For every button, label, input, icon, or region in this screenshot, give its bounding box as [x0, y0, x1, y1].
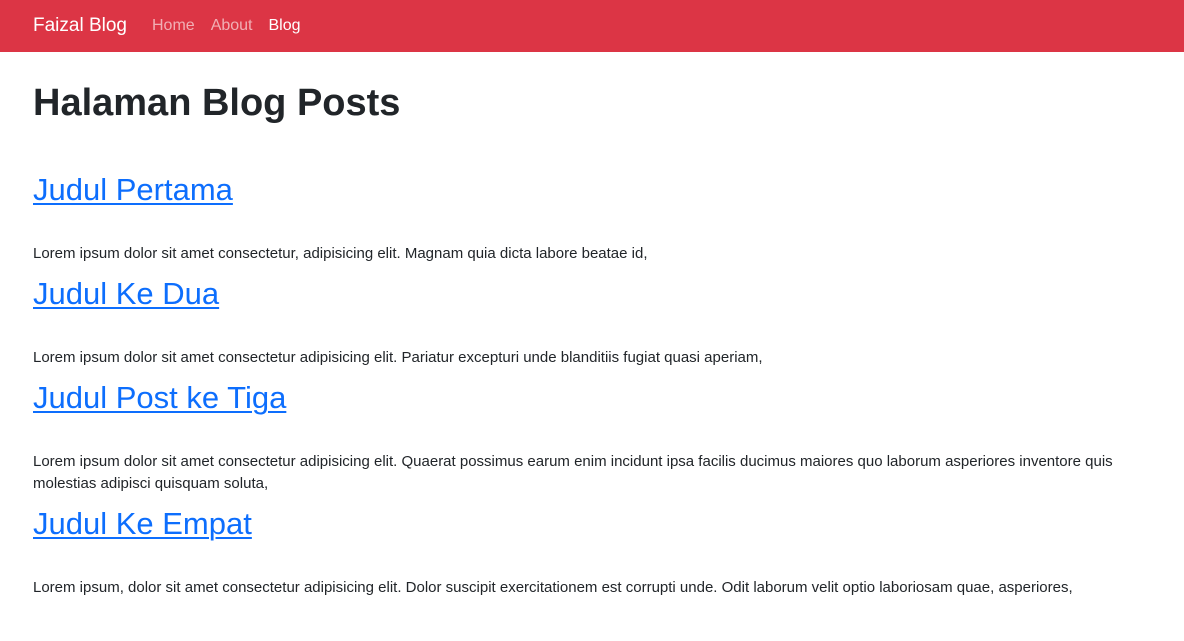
nav-item-blog: Blog — [269, 17, 317, 35]
post-title: Judul Ke Empat — [33, 505, 1151, 543]
main-content: Halaman Blog Posts Judul Pertama Lorem i… — [0, 52, 1184, 599]
nav-link-home[interactable]: Home — [152, 17, 195, 34]
post-title: Judul Pertama — [33, 171, 1151, 209]
page-title: Halaman Blog Posts — [33, 82, 401, 124]
nav-item-about: About — [211, 17, 269, 35]
post-item: Judul Post ke Tiga Lorem ipsum dolor sit… — [33, 379, 1151, 495]
post-item: Judul Pertama Lorem ipsum dolor sit amet… — [33, 171, 1151, 265]
post-excerpt: Lorem ipsum dolor sit amet consectetur a… — [33, 453, 1113, 492]
nav-links: Home About Blog — [152, 17, 317, 35]
post-excerpt: Lorem ipsum dolor sit amet consectetur, … — [33, 245, 648, 262]
nav-item-home: Home — [152, 17, 211, 35]
post-title-link[interactable]: Judul Pertama — [33, 172, 233, 207]
post-title-link[interactable]: Judul Post ke Tiga — [33, 380, 286, 415]
post-excerpt: Lorem ipsum dolor sit amet consectetur a… — [33, 349, 763, 366]
post-title: Judul Post ke Tiga — [33, 379, 1151, 417]
navbar: Faizal Blog Home About Blog — [0, 0, 1184, 52]
post-excerpt: Lorem ipsum, dolor sit amet consectetur … — [33, 579, 1073, 596]
navbar-brand[interactable]: Faizal Blog — [33, 0, 127, 52]
post-item: Judul Ke Empat Lorem ipsum, dolor sit am… — [33, 505, 1151, 599]
post-item: Judul Ke Dua Lorem ipsum dolor sit amet … — [33, 275, 1151, 369]
post-title-link[interactable]: Judul Ke Dua — [33, 276, 219, 311]
post-title-link[interactable]: Judul Ke Empat — [33, 506, 252, 541]
nav-link-blog[interactable]: Blog — [269, 17, 301, 34]
post-list: Judul Pertama Lorem ipsum dolor sit amet… — [33, 171, 1151, 599]
nav-link-about[interactable]: About — [211, 17, 253, 34]
post-title: Judul Ke Dua — [33, 275, 1151, 313]
